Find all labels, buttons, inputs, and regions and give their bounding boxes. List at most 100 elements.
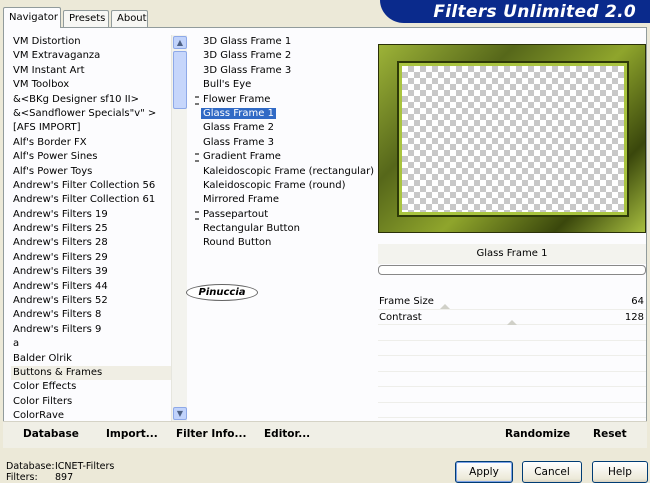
bottom-button-bar: Database Import... Filter Info... Editor… [3,421,647,448]
database-value: ICNET-Filters [55,461,115,472]
filter-item-label: Glass Frame 1 [201,107,276,119]
empty-parameter-row [378,403,646,418]
filter-item-label: Flower Frame [203,93,271,105]
filter-item[interactable]: Glass Frame 1 [195,107,365,121]
filter-item-label: Glass Frame 2 [203,122,274,134]
app-title: Filters Unlimited 2.0 [380,0,650,23]
reset-button[interactable]: Reset [593,428,627,440]
category-item[interactable]: Color Filters [11,395,171,409]
empty-parameter-row [378,341,646,356]
filter-list[interactable]: 3D Glass Frame 1 3D Glass Frame 2 3D Glass… [195,35,374,255]
category-item[interactable]: Andrew's Filters 52 [11,294,171,308]
filter-item-label: Mirrored Frame [203,194,280,206]
empty-parameter-row [378,356,646,372]
filter-item[interactable]: 3D Glass Frame 2 [195,49,365,63]
category-item[interactable]: Andrew's Filter Collection 61 [11,193,171,207]
filter-item[interactable]: Kaleidoscopic Frame (round) [195,179,365,193]
parameter-value: 128 [624,311,644,323]
category-item[interactable]: Color Effects [11,380,171,394]
category-scrollbar[interactable]: ▲ ▼ [171,35,187,421]
filter-item-label: Gradient Frame [203,151,281,163]
tab-navigator[interactable]: Navigator [3,7,61,28]
parameter-label: Contrast [379,311,422,323]
parameter-value: 64 [631,296,644,307]
category-item[interactable]: Andrew's Filters 28 [11,236,171,250]
parameter-label: Frame Size [379,296,434,307]
filter-item[interactable]: Round Button [195,236,365,250]
import-button[interactable]: Import... [106,428,158,440]
filter-item[interactable]: Kaleidoscopic Frame (rectangular) [195,165,374,179]
editor-button[interactable]: Editor... [264,428,310,440]
filter-item[interactable]: Glass Frame 2 [195,121,365,135]
filter-item[interactable]: Rectangular Button [195,222,365,236]
group-marker-icon [195,95,199,105]
status-info: Database:ICNET-Filters Filters: 897 [6,461,114,483]
category-item[interactable]: Andrew's Filters 19 [11,208,171,222]
category-item[interactable]: Andrew's Filters 39 [11,265,171,279]
category-item[interactable]: &<Sandflower Specials"v" > [11,107,171,121]
category-item[interactable]: ColorRave [11,409,171,421]
category-item[interactable]: Buttons & Frames [11,365,171,381]
filter-item[interactable]: 3D Glass Frame 1 [195,35,365,49]
category-item[interactable]: Andrew's Filters 29 [11,251,171,265]
database-button[interactable]: Database [23,428,79,440]
category-item[interactable]: VM Distortion [11,35,171,49]
filter-item[interactable]: Mirrored Frame [195,193,365,207]
preview-image [378,44,646,233]
category-item[interactable]: &<BKg Designer sf10 II> [11,93,171,107]
scroll-up-button[interactable]: ▲ [173,36,187,49]
filter-item[interactable]: Passepartout [195,208,365,222]
filter-item-label: 3D Glass Frame 3 [203,64,292,76]
filter-item-label: Bull's Eye [203,79,252,91]
filter-item[interactable]: Flower Frame [195,93,365,107]
scroll-thumb[interactable] [173,51,187,109]
filter-name-label: Glass Frame 1 [378,244,646,264]
category-item[interactable]: Andrew's Filter Collection 56 [11,179,171,193]
category-item[interactable]: Alf's Border FX [11,136,171,150]
cancel-button[interactable]: Cancel [522,461,582,483]
filter-item-label: Passepartout [203,208,269,220]
database-label: Database: [6,461,55,472]
category-item[interactable]: Andrew's Filters 25 [11,222,171,236]
parameter-row[interactable]: Contrast 128 [378,310,646,325]
filter-info-button[interactable]: Filter Info... [176,428,246,440]
help-button[interactable]: Help [592,461,648,483]
category-item[interactable]: VM Toolbox [11,78,171,92]
category-item[interactable]: Andrew's Filters 8 [11,308,171,322]
empty-parameter-row [378,372,646,387]
filter-item[interactable]: Bull's Eye [195,78,365,92]
slider-marker-icon[interactable] [440,304,450,309]
empty-parameter-row [378,325,646,341]
filter-item[interactable]: Glass Frame 3 [195,136,365,150]
filter-item-label: Rectangular Button [203,223,300,235]
transparency-checkerboard [402,66,624,212]
group-marker-icon [195,153,199,163]
filters-count-label: Filters: [6,472,38,483]
filter-item-label: Glass Frame 3 [203,136,274,148]
filter-item[interactable]: Gradient Frame [195,150,365,164]
watermark-badge: Pinuccia [186,284,258,301]
apply-button[interactable]: Apply [455,461,513,483]
parameter-list: Frame Size 64 Contrast 128 [378,294,646,418]
scroll-down-button[interactable]: ▼ [173,407,187,420]
filter-item-label: 3D Glass Frame 2 [203,50,292,62]
category-item[interactable]: Andrew's Filters 9 [11,323,171,337]
tab-presets[interactable]: Presets [63,10,109,27]
category-item[interactable]: VM Instant Art [11,64,171,78]
filters-count-value: 897 [55,472,74,483]
category-item[interactable]: Alf's Power Toys [11,165,171,179]
tab-bar: Navigator Presets About [0,0,380,28]
filter-item-label: Kaleidoscopic Frame (round) [203,179,346,191]
filter-item[interactable]: 3D Glass Frame 3 [195,64,365,78]
category-item[interactable]: Balder Olrik [11,352,171,366]
tab-about[interactable]: About [111,10,148,27]
category-item[interactable]: Andrew's Filters 44 [11,280,171,294]
category-item[interactable]: Alf's Power Sines [11,150,171,164]
randomize-button[interactable]: Randomize [505,428,570,440]
category-item[interactable]: [AFS IMPORT] [11,121,171,135]
slider-marker-icon[interactable] [507,319,517,325]
category-item[interactable]: a [11,337,171,351]
category-item[interactable]: VM Extravaganza [11,49,171,63]
parameter-row[interactable]: Frame Size 64 [378,294,646,310]
category-list[interactable]: VM Distortion VM Extravaganza VM Instant A… [11,35,171,421]
